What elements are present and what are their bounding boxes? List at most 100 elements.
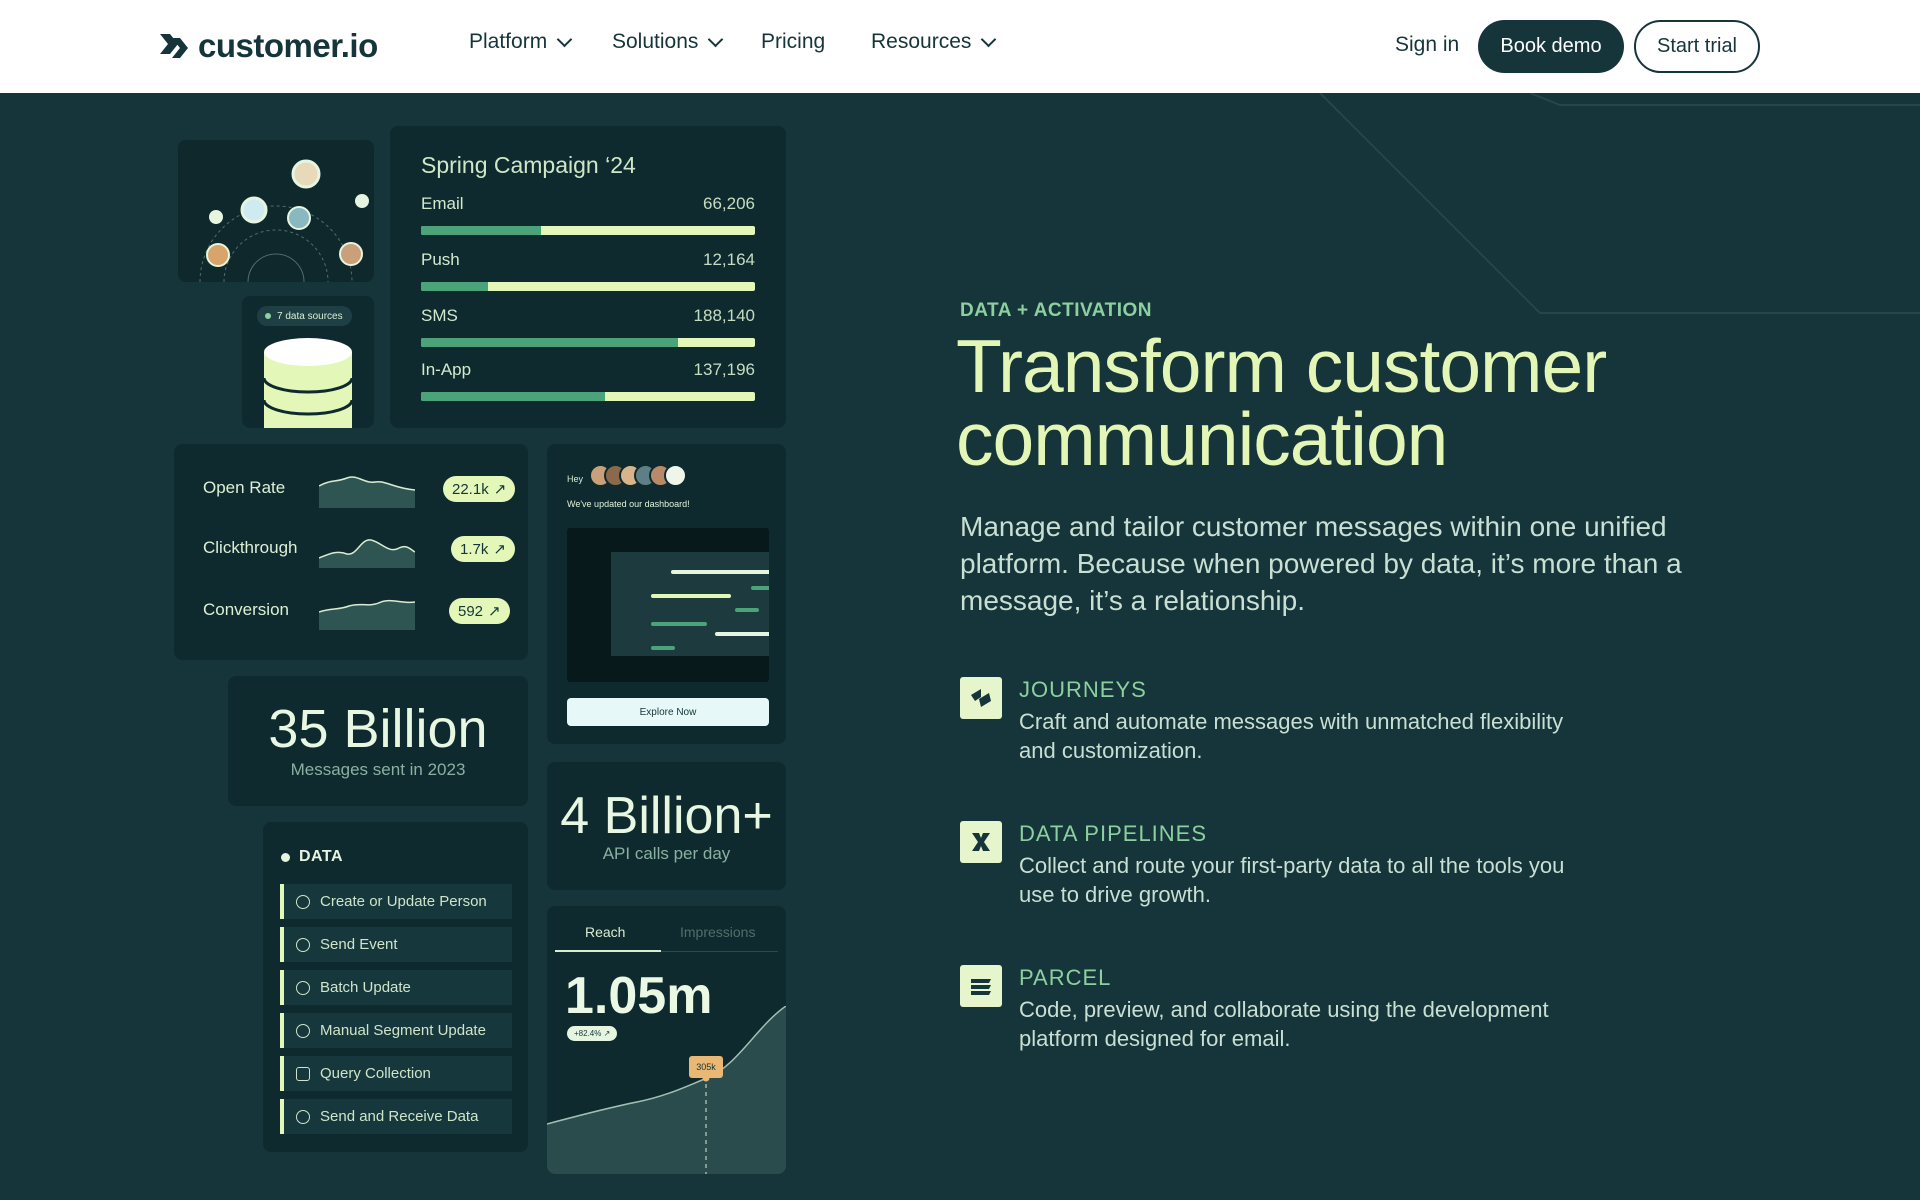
sparkline [319,599,415,630]
parcel-icon [960,965,1002,1007]
line [671,570,769,574]
avatar-group [589,464,687,487]
explore-now-button[interactable]: Explore Now [567,698,769,726]
campaign-row-label: Push [421,250,460,269]
customerio-logo[interactable]: customer.io [158,27,378,64]
nav-platform-label: Platform [469,30,548,53]
feature-text: Code, preview, and collaborate using the… [1019,997,1549,1051]
arrow-up-right-icon: ↗ [493,481,507,498]
metric-label: Conversion [203,600,289,619]
reach-tooltip: 305k [689,1056,723,1078]
data-action-label: Batch Update [320,979,411,996]
metric-badge: 22.1k ↗ [443,476,516,502]
progress-fill [421,338,679,347]
hero-headline: Transform customer communication [956,324,1607,481]
data-action-item[interactable]: Manual Segment Update [280,1013,512,1048]
reach-area-chart [547,1006,786,1174]
metric-value: 1.7k [460,540,489,558]
campaign-progress-bar [421,392,755,401]
data-heading-label: DATA [299,848,344,865]
sparkline [319,539,415,568]
metric-label: Clickthrough [203,538,298,557]
start-trial-button[interactable]: Start trial [1634,20,1760,73]
tab-reach[interactable]: Reach [585,924,625,940]
stat-card-api: 4 Billion+ API calls per day [547,762,786,890]
chevron-down-icon [556,31,573,48]
database-icon [296,1066,310,1081]
stat-label: API calls per day [602,844,731,863]
campaign-row-value: 188,140 [693,306,755,325]
stat-label: Messages sent in 2023 [290,760,466,779]
tab-impressions[interactable]: Impressions [680,924,755,940]
campaign-row-value: 66,206 [703,194,755,213]
metric-badge: 592 ↗ [449,598,510,624]
feature-title[interactable]: DATA PIPELINES [1019,821,1207,847]
stat-value: 4 Billion+ [560,787,773,845]
data-action-label: Query Collection [320,1065,431,1082]
nav-solutions[interactable]: Solutions [612,30,724,54]
line [651,622,707,626]
logo-mark-icon [160,34,188,58]
data-action-label: Create or Update Person [320,893,487,910]
book-demo-button[interactable]: Book demo [1478,20,1624,73]
progress-fill [421,282,488,291]
hero-description: Manage and tailor customer messages with… [960,511,1682,616]
stat-value: 35 Billion [268,699,488,759]
feature-title[interactable]: JOURNEYS [1019,677,1147,703]
decorative-lines [1319,93,1920,314]
dashboard-screenshot [567,528,769,682]
line [651,594,731,598]
metrics-card: Open Rate 22.1k ↗ Clickthrough 1.7k ↗ Conv… [174,444,528,660]
stat-card-messages: 35 Billion Messages sent in 2023 [228,676,528,806]
data-action-item[interactable]: Create or Update Person [280,884,512,919]
metric-label: Open Rate [203,478,286,497]
arrow-up-right-icon: ↗ [493,541,506,558]
section-eyebrow: DATA + ACTIVATION [960,300,1152,321]
chevron-down-icon [708,31,724,48]
data-action-item[interactable]: Batch Update [280,970,512,1005]
metric-row: Clickthrough 1.7k ↗ [203,528,515,568]
data-action-item[interactable]: Send Event [280,927,512,962]
feature-parcel: PARCEL Code, preview, and collaborate us… [960,965,1580,1075]
sign-in-link[interactable]: Sign in [1395,33,1459,57]
person-icon [296,894,310,909]
pipelines-icon [960,821,1002,863]
email-preview-card: Hey We've updated our dashboard! Explore… [547,444,786,744]
data-action-label: Send Event [320,936,398,953]
campaign-progress-bar [421,226,755,235]
campaign-progress-bar [421,338,755,347]
active-tab-indicator [555,950,661,952]
data-action-item[interactable]: Query Collection [280,1056,512,1091]
globe-icon [296,1109,310,1124]
bullet-icon [281,852,290,862]
data-action-item[interactable]: Send and Receive Data [280,1099,512,1134]
network-graph-card [178,140,374,283]
metric-row: Open Rate 22.1k ↗ [203,468,516,508]
avatar [664,464,687,487]
nav-resources-label: Resources [871,30,972,53]
feature-title[interactable]: PARCEL [1019,965,1111,991]
data-heading: DATA [281,848,343,866]
nav-resources[interactable]: Resources [871,30,997,54]
nav-pricing[interactable]: Pricing [761,30,825,54]
feature-text: Collect and route your first-party data … [1019,853,1565,907]
logo-text: customer.io [198,27,378,64]
nav-solutions-label: Solutions [612,30,699,53]
metric-value: 22.1k [452,480,489,498]
line [715,632,769,636]
sparkline [319,476,415,508]
data-action-label: Manual Segment Update [320,1022,486,1039]
line [651,646,675,650]
chevron-down-icon [981,31,997,48]
line [735,608,759,612]
nav-platform[interactable]: Platform [469,30,573,54]
database-icon [262,338,354,428]
email-greeting: Hey [567,474,584,484]
data-actions-card: DATA Create or Update Person Send Event … [263,822,528,1152]
reach-card: Reach Impressions 1.05m +82.4% ↗ 305k [547,906,786,1174]
line [751,586,769,590]
data-sources-pill: 7 data sources [257,306,352,326]
nav-pricing-label: Pricing [761,30,826,53]
campaign-card: Spring Campaign ‘24 Email 66,206 Push 12… [390,126,786,428]
email-message: We've updated our dashboard! [567,499,690,509]
